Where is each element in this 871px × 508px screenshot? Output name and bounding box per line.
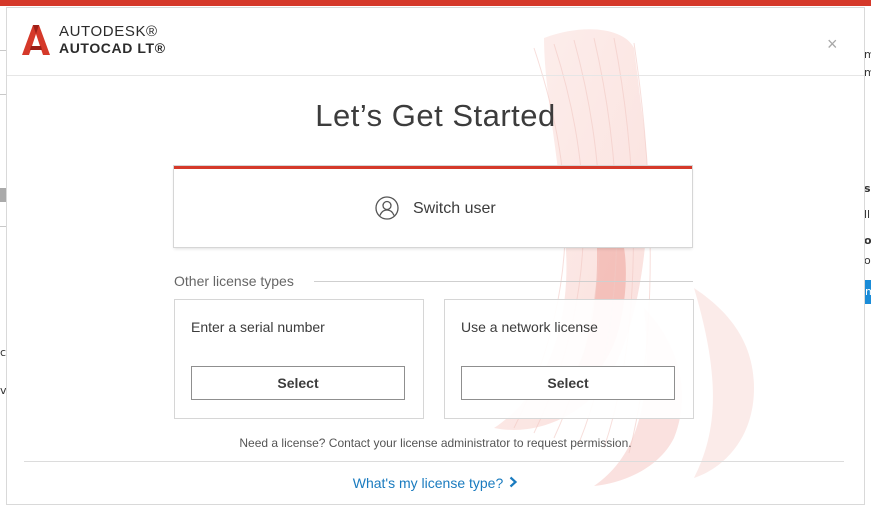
serial-number-title: Enter a serial number [191, 319, 325, 335]
background-text: o [864, 234, 871, 247]
background-divider [0, 94, 7, 95]
page-title: Let’s Get Started [315, 98, 556, 133]
user-circle-icon [375, 196, 399, 220]
background-divider [0, 50, 7, 51]
footer-divider [24, 461, 844, 462]
switch-user-button[interactable]: Switch user [174, 166, 692, 247]
license-type-link-label: What's my license type? [352, 475, 504, 491]
license-type-link[interactable]: What's my license type? [7, 474, 864, 492]
license-help-note: Need a license? Contact your license adm… [239, 436, 632, 450]
dialog-header: AUTODESK® AUTOCAD LT® × [7, 8, 864, 76]
brand-wordmark: AUTODESK® AUTOCAD LT® [59, 24, 166, 57]
license-dialog: AUTODESK® AUTOCAD LT® × Let’s Get Starte… [7, 8, 864, 504]
background-text: c [0, 346, 6, 359]
product-name: AUTOCAD LT® [59, 40, 166, 56]
background-text: o [864, 254, 871, 267]
network-license-title: Use a network license [461, 319, 598, 335]
chevron-right-icon [510, 476, 518, 488]
background-text: s [864, 182, 871, 195]
other-license-heading: Other license types [174, 273, 294, 289]
background-divider [0, 226, 7, 227]
network-license-card: Use a network license Select [444, 299, 694, 419]
switch-user-label: Switch user [413, 200, 496, 217]
network-license-select-button[interactable]: Select [461, 366, 675, 400]
background-text: v [0, 384, 6, 397]
background-text: m [864, 48, 871, 61]
company-name: AUTODESK® [59, 23, 158, 40]
background-divider [0, 188, 7, 202]
serial-number-select-button[interactable]: Select [191, 366, 405, 400]
background-text: m [864, 66, 871, 79]
background-text: ll [864, 208, 871, 221]
background-text: m [865, 285, 871, 298]
background-artwork [494, 29, 754, 486]
background-button: m [864, 280, 871, 304]
background-title-bar [0, 0, 871, 6]
autocad-a-logo-icon [22, 25, 50, 55]
close-icon[interactable]: × [827, 34, 838, 54]
section-divider [314, 281, 693, 282]
serial-number-card: Enter a serial number Select [174, 299, 424, 419]
